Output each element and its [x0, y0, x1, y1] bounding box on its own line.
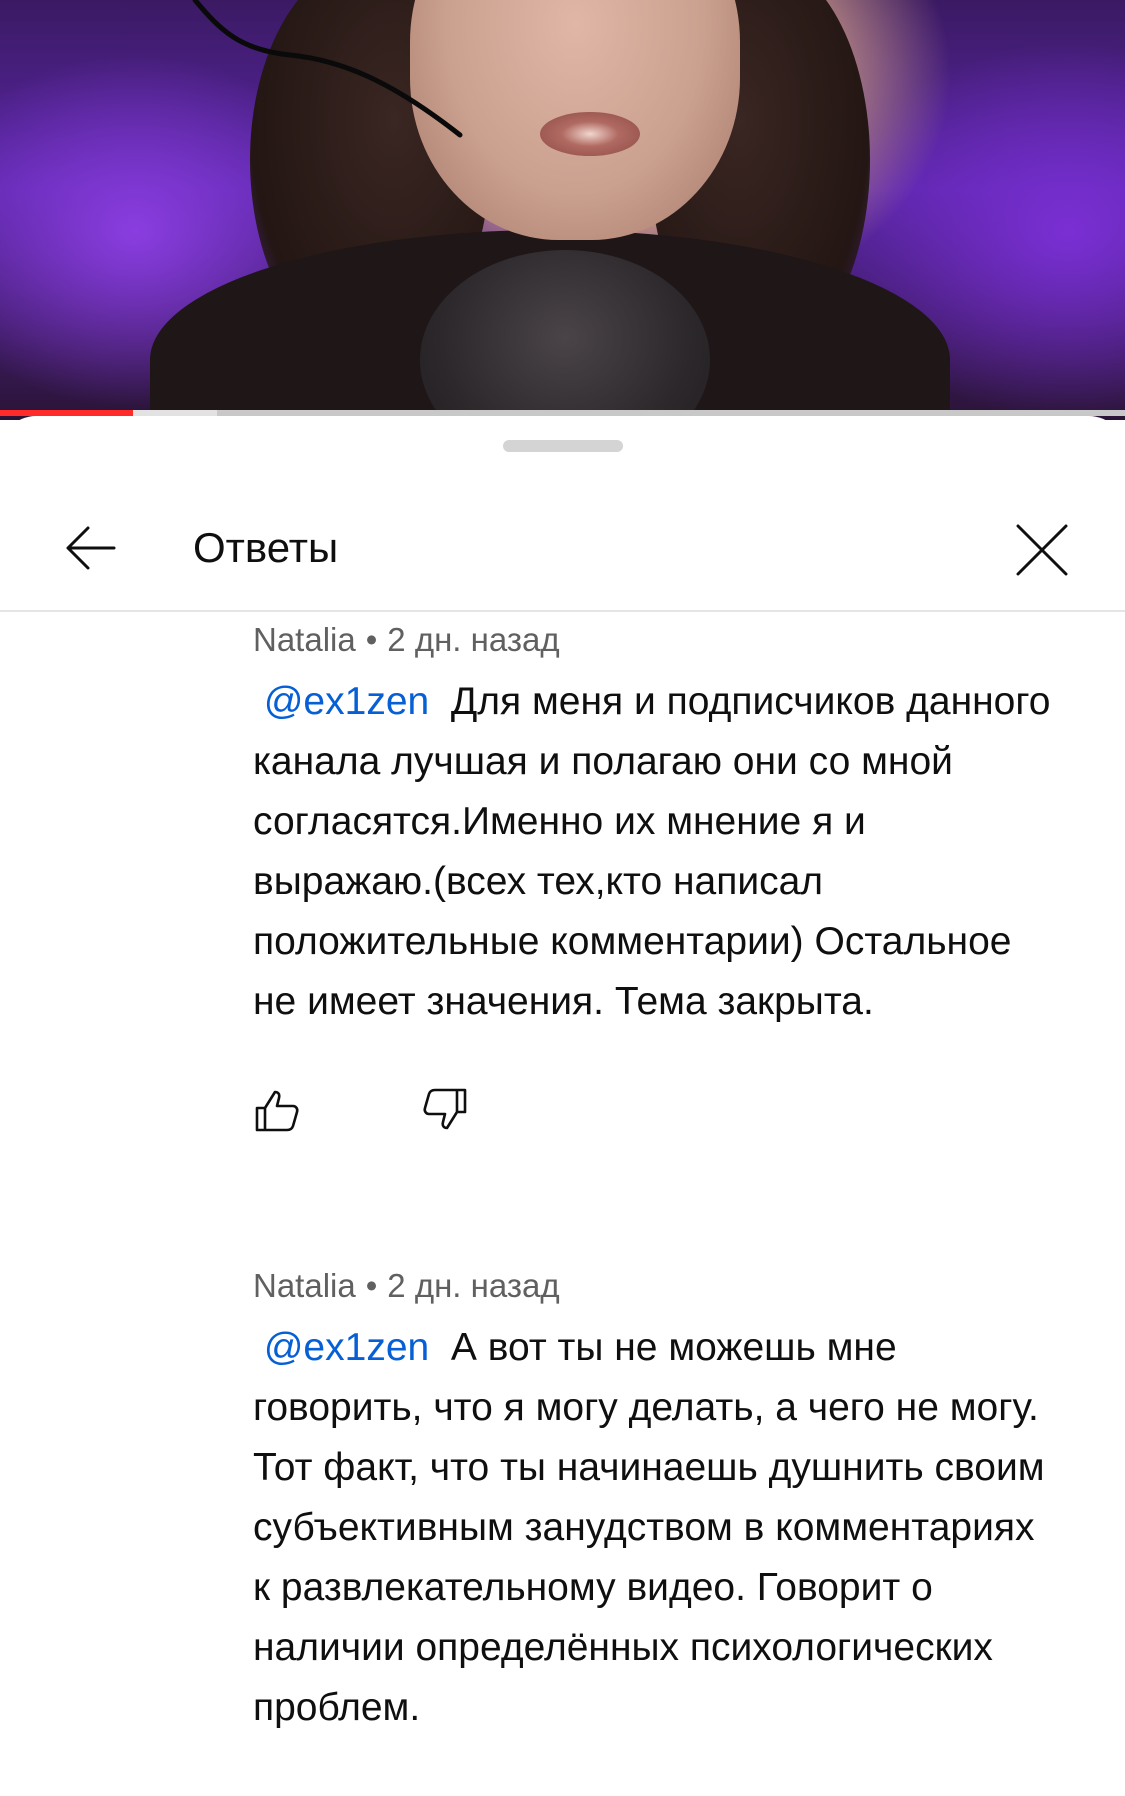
close-icon	[1016, 524, 1068, 576]
comment-author[interactable]: Natalia	[253, 621, 356, 658]
meta-separator: •	[365, 1267, 378, 1304]
arrow-left-icon	[66, 526, 116, 570]
reply-comment: Natalia • 2 дн. назад @ex1zen Для меня и п…	[253, 620, 1053, 1132]
comment-body: @ex1zen А вот ты не можешь мне говорить,…	[253, 1318, 1053, 1738]
comment-mention-link[interactable]: @ex1zen	[264, 680, 429, 723]
thumbs-up-icon[interactable]	[253, 1086, 301, 1134]
comment-meta: Natalia • 2 дн. назад	[253, 1266, 1053, 1306]
comment-meta: Natalia • 2 дн. назад	[253, 620, 1053, 660]
comment-actions	[253, 1086, 553, 1136]
comment-body: @ex1zen Для меня и подписчиков данного к…	[253, 672, 1053, 1032]
sheet-drag-handle[interactable]	[503, 440, 623, 452]
replies-header: Ответы	[0, 488, 1125, 608]
comment-text: Для меня и подписчиков данного канала лу…	[253, 680, 1051, 1023]
back-button[interactable]	[50, 508, 130, 588]
comment-text: А вот ты не можешь мне говорить, что я м…	[253, 1326, 1045, 1729]
comment-time: 2 дн. назад	[387, 1267, 560, 1304]
comment-mention-link[interactable]: @ex1zen	[264, 1326, 429, 1369]
reply-comment: Natalia • 2 дн. назад @ex1zen А вот ты не …	[253, 1266, 1053, 1738]
video-player[interactable]	[0, 0, 1125, 420]
thumbs-down-icon[interactable]	[421, 1086, 469, 1134]
close-button[interactable]	[1000, 508, 1084, 592]
comment-time: 2 дн. назад	[387, 621, 560, 658]
comment-author[interactable]: Natalia	[253, 1267, 356, 1304]
header-divider	[0, 610, 1125, 612]
page-title: Ответы	[193, 524, 339, 571]
meta-separator: •	[365, 621, 378, 658]
drawn-scribble-line	[192, 0, 463, 138]
replies-sheet: Ответы Natalia • 2 дн. назад @ex1zen Для м…	[0, 416, 1125, 1796]
